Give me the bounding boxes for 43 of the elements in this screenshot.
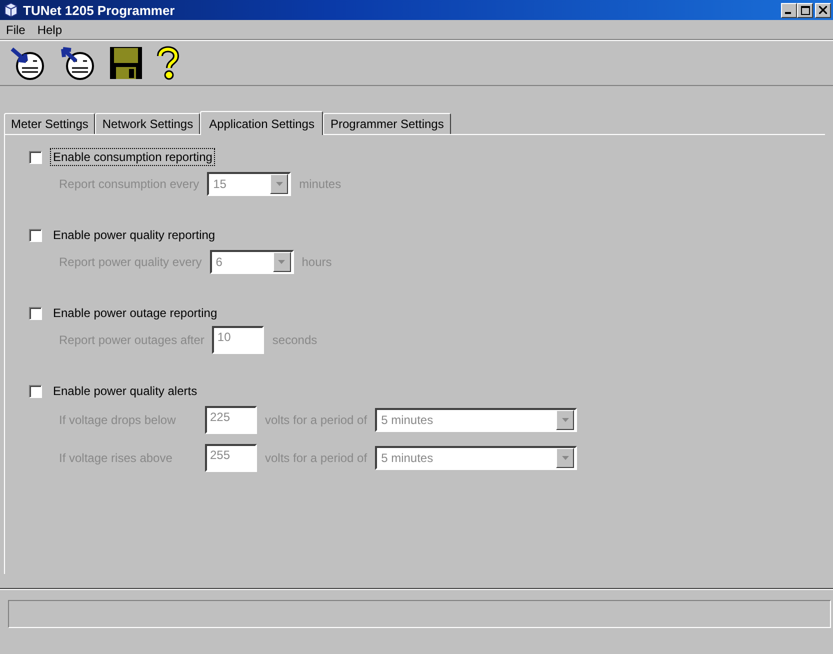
- dropdown[interactable]: 5 minutes: [375, 446, 578, 470]
- dropdown[interactable]: 15: [207, 172, 292, 196]
- dropdown-arrow-icon: [562, 456, 569, 460]
- input-field[interactable]: 225: [205, 406, 257, 434]
- menu-item[interactable]: File: [6, 22, 26, 36]
- field-label: If voltage drops below: [59, 413, 177, 427]
- window-title: TUNet 1205 Programmer: [23, 2, 176, 18]
- dropdown-arrow-icon: [278, 260, 286, 264]
- unit-label: volts for a period of: [265, 451, 368, 465]
- checkbox[interactable]: [29, 228, 42, 242]
- question-mark-icon: [154, 45, 182, 81]
- close-icon: [819, 6, 827, 14]
- maximize-icon: [800, 6, 810, 14]
- dropdown-arrow-icon: [562, 418, 569, 422]
- tab[interactable]: Network Settings: [95, 113, 200, 134]
- cube-icon: [3, 2, 19, 18]
- dropdown[interactable]: 6: [210, 250, 294, 274]
- field-label: Report consumption every: [59, 177, 200, 191]
- unit-label: hours: [302, 255, 332, 269]
- menu-item[interactable]: Help: [37, 22, 62, 36]
- maximize-button[interactable]: [797, 2, 813, 18]
- field-label: Report power outages after: [59, 333, 204, 347]
- tab[interactable]: Application Settings: [200, 111, 324, 135]
- checkbox[interactable]: [29, 306, 42, 320]
- field-label: If voltage rises above: [59, 451, 174, 465]
- unit-label: volts for a period of: [265, 413, 368, 427]
- minimize-button[interactable]: [781, 2, 797, 18]
- input-field[interactable]: 10: [212, 326, 264, 354]
- input-field[interactable]: 255: [205, 444, 257, 472]
- checkbox-label[interactable]: Enable power quality reporting: [50, 226, 218, 244]
- checkbox-label[interactable]: Enable power quality alerts: [50, 382, 200, 400]
- unit-label: minutes: [299, 177, 342, 191]
- tab[interactable]: Meter Settings: [4, 113, 96, 134]
- checkbox[interactable]: [29, 150, 42, 164]
- checkbox-label[interactable]: Enable consumption reporting: [50, 148, 216, 166]
- checkbox-label[interactable]: Enable power outage reporting: [50, 304, 220, 322]
- close-button[interactable]: [815, 2, 831, 18]
- tab[interactable]: Programmer Settings: [323, 113, 451, 134]
- unit-label: seconds: [272, 333, 318, 347]
- dropdown[interactable]: 5 minutes: [375, 408, 578, 432]
- field-label: Report power quality every: [59, 255, 202, 269]
- checkbox[interactable]: [29, 384, 42, 398]
- dropdown-arrow-icon: [276, 182, 283, 186]
